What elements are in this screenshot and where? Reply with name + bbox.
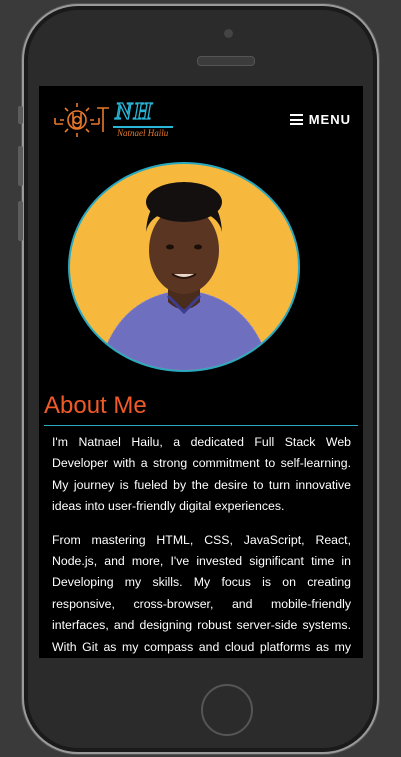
- phone-mute-switch: [18, 106, 23, 124]
- phone-volume-up-button: [18, 146, 23, 186]
- menu-label: MENU: [308, 112, 351, 127]
- profile-photo: [68, 162, 300, 372]
- person-silhouette-icon: [98, 182, 272, 370]
- about-text: I'm Natnael Hailu, a dedicated Full Stac…: [52, 432, 351, 658]
- about-paragraph: I'm Natnael Hailu, a dedicated Full Stac…: [52, 435, 351, 514]
- navbar: NH Natnael Hailu MENU: [39, 86, 363, 156]
- phone-screen: NH Natnael Hailu MENU About Me I'm Natna: [39, 86, 363, 658]
- about-heading: About Me: [44, 392, 147, 419]
- hamburger-icon: [289, 114, 303, 125]
- phone-camera: [224, 29, 233, 38]
- logo-gear-icon: [54, 103, 109, 137]
- menu-button[interactable]: MENU: [289, 112, 351, 127]
- logo-initials: NH: [114, 98, 153, 125]
- phone-speaker: [197, 56, 255, 66]
- about-divider: [44, 425, 358, 426]
- logo-name: Natnael Hailu: [117, 128, 169, 138]
- site-logo[interactable]: NH Natnael Hailu: [53, 98, 177, 140]
- phone-home-button[interactable]: [201, 684, 253, 736]
- about-paragraph: From mastering HTML, CSS, JavaScript, Re…: [52, 532, 351, 654]
- phone-volume-down-button: [18, 201, 23, 241]
